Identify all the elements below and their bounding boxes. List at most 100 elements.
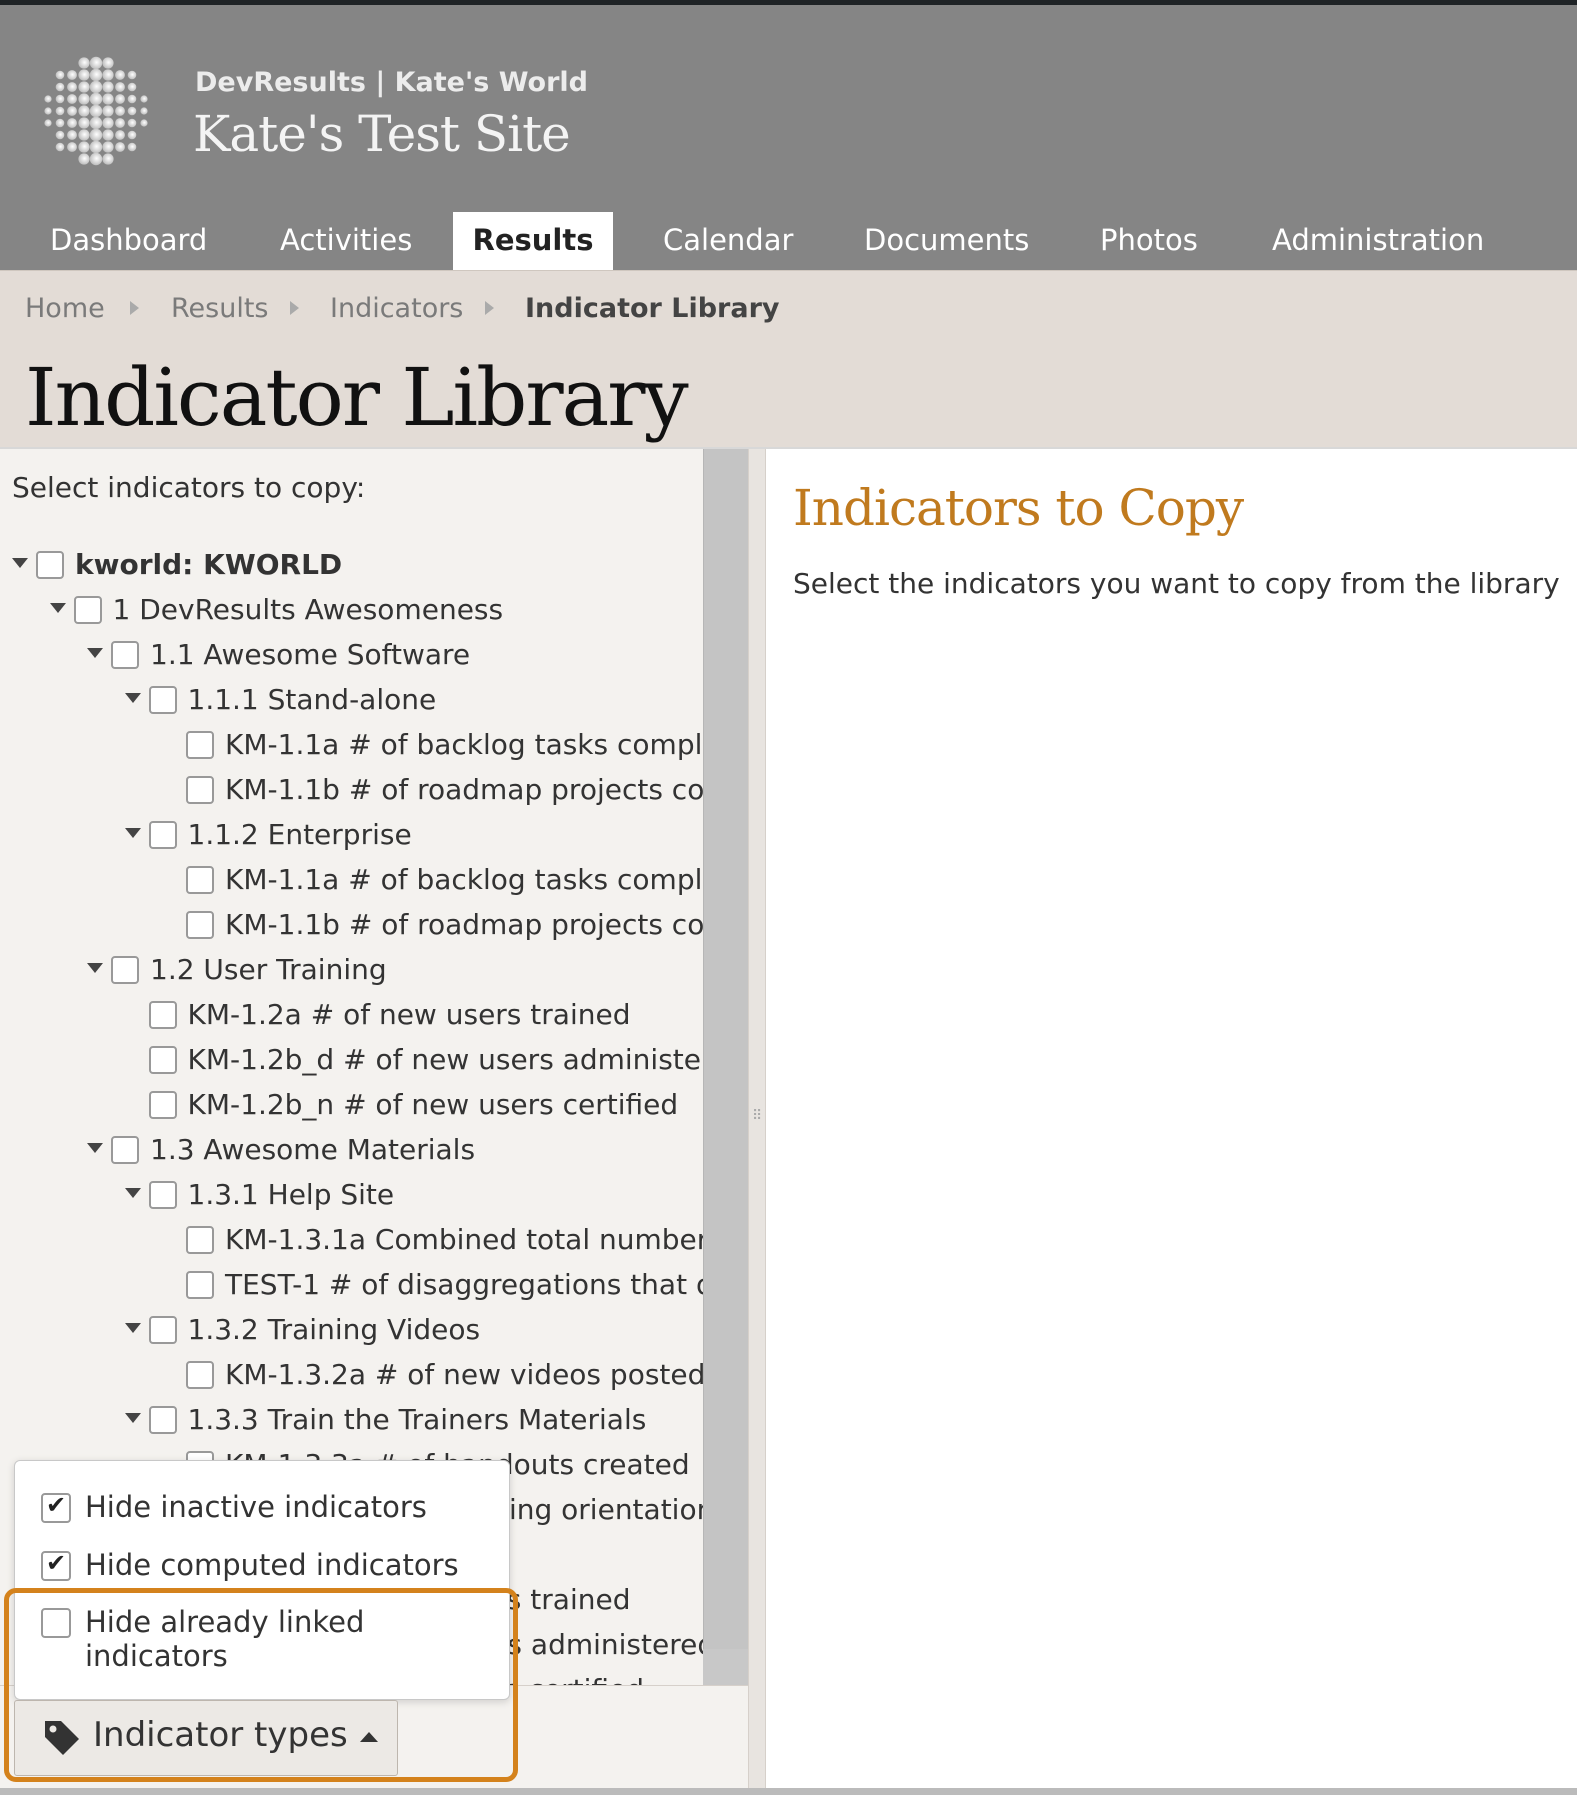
splitter-grip-icon[interactable]: ⠿ — [752, 1108, 762, 1124]
tree-row[interactable]: KM-1.1a # of backlog tasks completed — [162, 725, 703, 765]
indicator-types-button[interactable]: Indicator types — [14, 1700, 398, 1776]
tree-row[interactable]: 1.3.2 Training Videos — [124, 1310, 704, 1350]
tree-row-label[interactable]: KM-1.1b # of roadmap projects completed — [225, 905, 703, 945]
expand-triangle-icon[interactable] — [124, 1413, 141, 1423]
expand-triangle-icon[interactable] — [124, 693, 141, 703]
tree-row-label[interactable]: KM-1.2a # of new users trained — [188, 995, 631, 1035]
tree-row[interactable]: 1.1.2 Enterprise — [124, 815, 704, 855]
page-title: Indicator Library — [25, 351, 689, 444]
tree-checkbox[interactable] — [148, 1091, 177, 1119]
app-header: DevResults | Kate's World Kate's Test Si… — [0, 5, 1577, 212]
tree-checkbox[interactable] — [111, 641, 139, 669]
site-name[interactable]: Kate's Test Site — [193, 105, 571, 163]
nav-dashboard[interactable]: Dashboard — [50, 212, 207, 270]
tree-row-label[interactable]: KM-1.1a # of backlog tasks completed — [225, 725, 703, 765]
tree-checkbox[interactable] — [148, 1316, 177, 1344]
tree-row-label[interactable]: KM-1.1b # of roadmap projects completed — [225, 770, 703, 810]
breadcrumb-separator-icon — [130, 301, 139, 315]
expand-triangle-icon[interactable] — [124, 1323, 141, 1333]
tree-row[interactable]: TEST-1 # of disaggregations that didn — [162, 1265, 703, 1305]
hide-linked-label-line2[interactable]: indicators — [85, 1638, 228, 1674]
tree-checkbox[interactable] — [186, 731, 214, 759]
indicators-to-copy-title: Indicators to Copy — [793, 479, 1244, 537]
tree-row-label[interactable]: 1 DevResults Awesomeness — [113, 590, 504, 630]
hide-linked-label[interactable]: Hide already linked — [85, 1604, 364, 1640]
tree-row-label[interactable]: 1.1.2 Enterprise — [188, 815, 412, 855]
nav-results[interactable]: Results — [453, 212, 613, 270]
tree-checkbox[interactable] — [186, 866, 214, 894]
nav-administration[interactable]: Administration — [1272, 212, 1484, 270]
tree-row[interactable]: KM-1.2b_d # of new users administered — [125, 1040, 704, 1080]
breadcrumb-indicators[interactable]: Indicators — [330, 293, 463, 324]
hide-inactive-label[interactable]: Hide inactive indicators — [85, 1489, 427, 1525]
tree-checkbox[interactable] — [111, 1136, 139, 1164]
tree-checkbox[interactable] — [186, 911, 214, 939]
tree-checkbox[interactable] — [186, 776, 214, 804]
expand-triangle-icon[interactable] — [49, 603, 66, 613]
indicators-to-copy-pane: Indicators to Copy Select the indicators… — [766, 449, 1577, 1795]
tree-row[interactable]: 1.1.1 Stand-alone — [124, 680, 704, 720]
breadcrumb-current: Indicator Library — [525, 293, 780, 324]
tree-row-label[interactable]: 1.1.1 Stand-alone — [188, 680, 437, 720]
tree-checkbox[interactable] — [148, 1181, 177, 1209]
tree-row[interactable]: KM-1.1b # of roadmap projects completed — [162, 770, 703, 810]
breadcrumb-bar: Home Results Indicators Indicator Librar… — [0, 270, 1577, 447]
tree-checkbox[interactable] — [148, 686, 177, 714]
tree-scrollbar-thumb[interactable] — [703, 449, 748, 1649]
tree-row-label[interactable]: 1.3 Awesome Materials — [150, 1130, 475, 1170]
tree-row-label[interactable]: 1.3.1 Help Site — [188, 1175, 395, 1215]
tree-row[interactable]: 1 DevResults Awesomeness — [49, 590, 704, 630]
tree-row-label[interactable]: 1.3.3 Train the Trainers Materials — [188, 1400, 647, 1440]
tag-icon — [45, 1721, 79, 1755]
hide-computed-checkbox[interactable] — [41, 1549, 71, 1581]
tree-row[interactable]: KM-1.1b # of roadmap projects completed — [162, 905, 703, 945]
tree-row[interactable]: KM-1.1a # of backlog tasks completed — [162, 860, 703, 900]
tree-row[interactable]: 1.1 Awesome Software — [87, 635, 703, 675]
tree-checkbox[interactable] — [186, 1226, 214, 1254]
tree-row-label[interactable]: 1.3.2 Training Videos — [188, 1310, 481, 1350]
nav-calendar[interactable]: Calendar — [663, 212, 793, 270]
expand-triangle-icon[interactable] — [87, 648, 103, 658]
tree-row-label[interactable]: 1.1 Awesome Software — [150, 635, 470, 675]
nav-photos[interactable]: Photos — [1100, 212, 1198, 270]
tree-row[interactable]: 1.3.1 Help Site — [124, 1175, 704, 1215]
tree-row[interactable]: kworld: KWORLD — [12, 545, 703, 585]
tree-row-label[interactable]: KM-1.1a # of backlog tasks completed — [225, 860, 703, 900]
tree-row[interactable]: KM-1.3.1a Combined total number of — [162, 1220, 703, 1260]
tree-row[interactable]: 1.2 User Training — [87, 950, 703, 990]
hide-computed-label[interactable]: Hide computed indicators — [85, 1547, 459, 1583]
tree-checkbox[interactable] — [186, 1361, 214, 1389]
expand-triangle-icon[interactable] — [87, 1143, 103, 1153]
tree-row[interactable]: KM-1.3.2a # of new videos posted — [162, 1355, 703, 1395]
tree-row-label[interactable]: KM-1.2b_n # of new users certified — [188, 1085, 679, 1125]
breadcrumb-home[interactable]: Home — [25, 293, 105, 324]
hide-linked-checkbox[interactable] — [41, 1608, 71, 1638]
tree-row-label[interactable]: KM-1.2b_d # of new users administered — [188, 1040, 704, 1080]
tree-row-label[interactable]: TEST-1 # of disaggregations that didn — [225, 1265, 703, 1305]
tree-checkbox[interactable] — [148, 821, 177, 849]
tree-checkbox[interactable] — [148, 1406, 177, 1434]
tree-row[interactable]: KM-1.2a # of new users trained — [125, 995, 704, 1035]
nav-activities[interactable]: Activities — [280, 212, 412, 270]
select-indicators-label: Select indicators to copy: — [12, 471, 366, 504]
nav-documents[interactable]: Documents — [864, 212, 1029, 270]
expand-triangle-icon[interactable] — [124, 828, 141, 838]
tree-row-label[interactable]: kworld: KWORLD — [75, 545, 342, 585]
tree-row[interactable]: 1.3.3 Train the Trainers Materials — [124, 1400, 704, 1440]
expand-triangle-icon[interactable] — [12, 558, 28, 568]
tree-checkbox[interactable] — [148, 1046, 177, 1074]
tree-row-label[interactable]: KM-1.3.1a Combined total number of — [225, 1220, 703, 1260]
tree-checkbox[interactable] — [186, 1271, 214, 1299]
tree-row-label[interactable]: KM-1.3.2a # of new videos posted — [225, 1355, 703, 1395]
hide-inactive-checkbox[interactable] — [41, 1491, 71, 1523]
tree-checkbox[interactable] — [148, 1001, 177, 1029]
tree-row-label[interactable]: 1.2 User Training — [150, 950, 387, 990]
tree-row[interactable]: KM-1.2b_n # of new users certified — [125, 1085, 704, 1125]
tree-checkbox[interactable] — [73, 596, 102, 624]
expand-triangle-icon[interactable] — [124, 1188, 141, 1198]
tree-checkbox[interactable] — [111, 956, 139, 984]
tree-row[interactable]: 1.3 Awesome Materials — [87, 1130, 703, 1170]
expand-triangle-icon[interactable] — [87, 963, 103, 973]
breadcrumb-results[interactable]: Results — [171, 293, 269, 324]
tree-checkbox[interactable] — [36, 551, 64, 579]
